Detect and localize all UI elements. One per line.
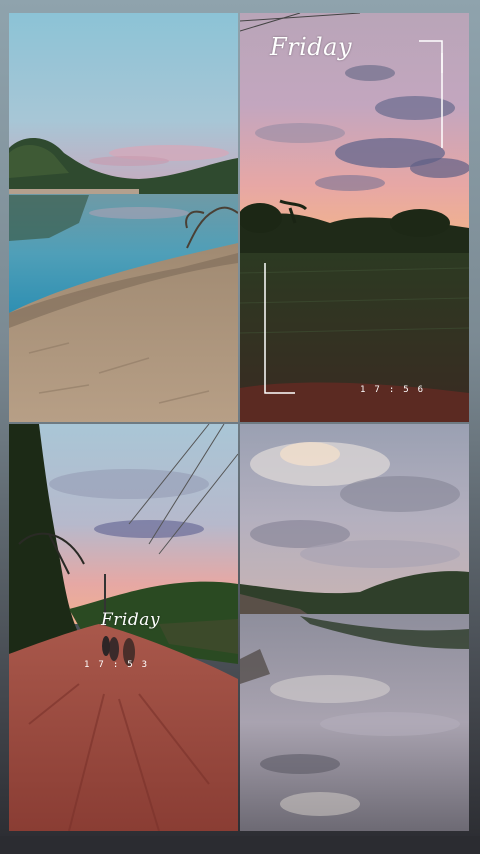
day-script-label: Friday [270,33,353,61]
day-script-label: Friday [101,610,160,630]
bottom-bar [0,836,480,854]
photo-sunset-field: Friday 17:56 [240,13,469,422]
sunset-field-image [240,13,469,422]
river-bank-image [9,13,238,422]
photo-dirt-road: Friday 17:53 [9,424,238,831]
river-reflection-image [240,424,469,831]
timestamp-label: 17:56 [360,385,433,395]
photo-collage: Friday 17:56 Friday 17:53 [9,13,469,831]
photo-river-reflection [240,424,469,831]
timestamp-label: 17:53 [84,660,157,670]
photo-river-bank [9,13,238,422]
